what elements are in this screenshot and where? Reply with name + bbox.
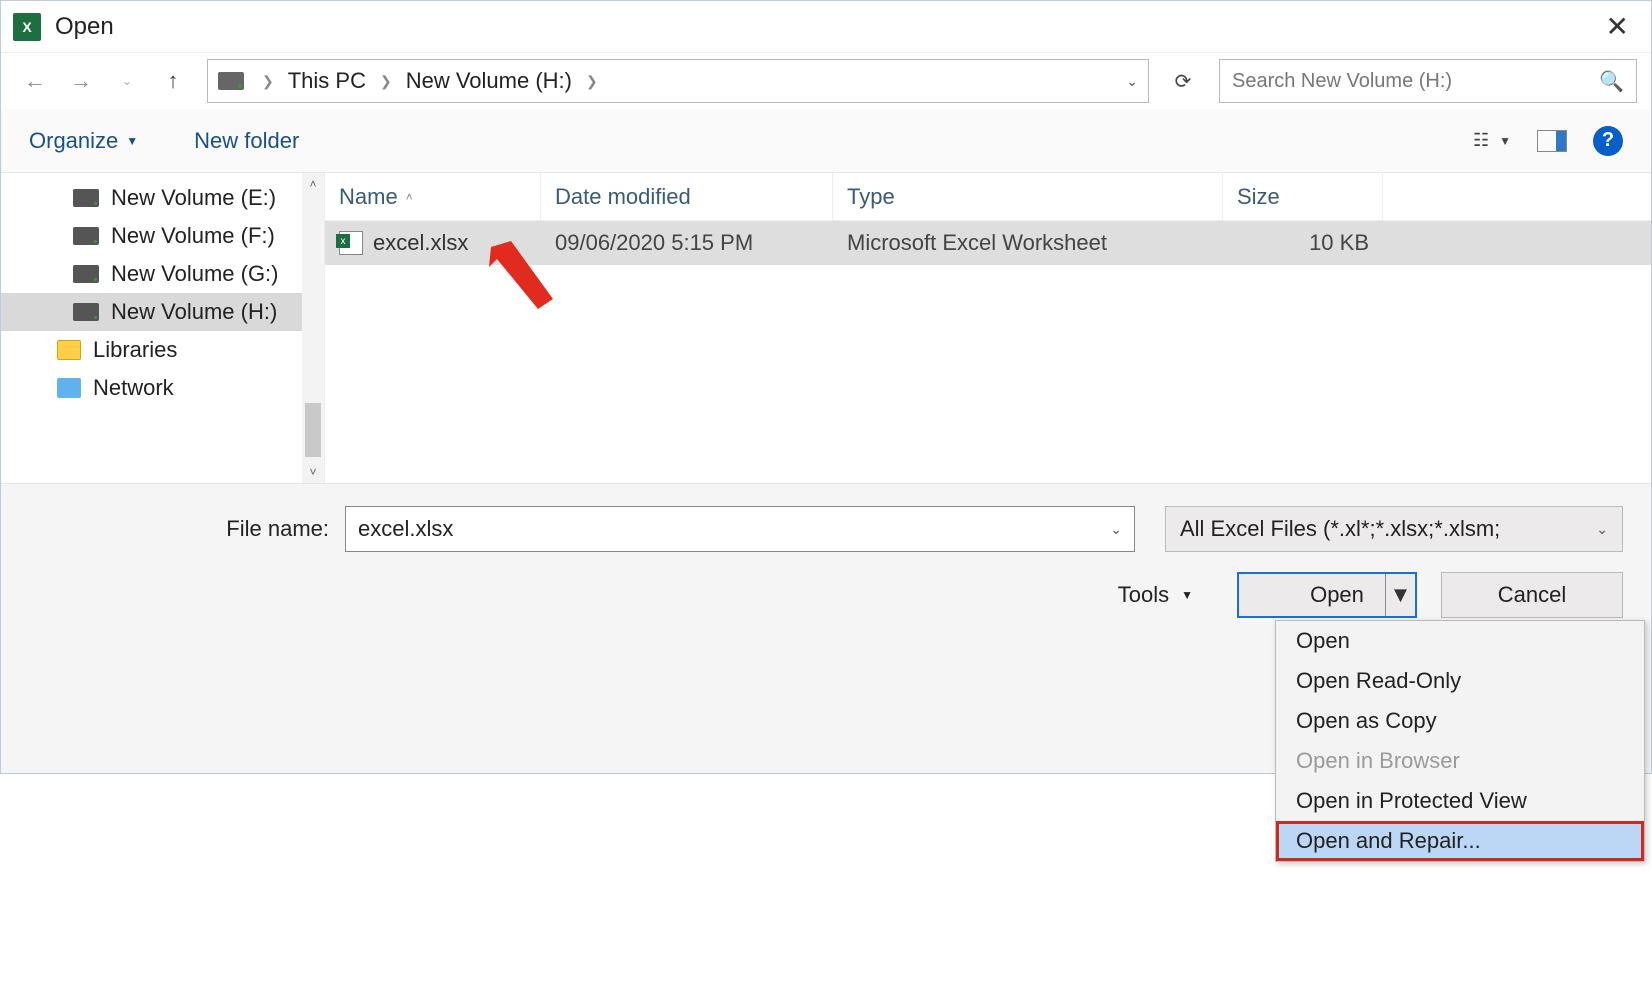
breadcrumb-root[interactable]: This PC [288, 68, 366, 94]
tools-menu[interactable]: Tools ▼ [1118, 582, 1193, 608]
libraries-icon [57, 340, 81, 360]
open-dialog: X Open ✕ ← → ⌄ ↑ ❯ This PC ❯ New Volume … [0, 0, 1652, 774]
column-date[interactable]: Date modified [541, 173, 833, 220]
excel-file-icon [339, 231, 363, 255]
column-size[interactable]: Size [1223, 173, 1383, 220]
drive-icon [73, 265, 99, 283]
chevron-down-icon: ▼ [1499, 134, 1511, 148]
search-input[interactable]: Search New Volume (H:) 🔍 [1219, 59, 1637, 103]
breadcrumb-bar[interactable]: ❯ This PC ❯ New Volume (H:) ❯ ⌄ [207, 59, 1149, 103]
breadcrumb-dropdown[interactable]: ⌄ [1126, 73, 1138, 90]
column-type[interactable]: Type [833, 173, 1223, 220]
chevron-right-icon: ❯ [380, 73, 392, 90]
menu-open[interactable]: Open [1276, 621, 1644, 661]
menu-open-readonly[interactable]: Open Read-Only [1276, 661, 1644, 701]
drive-icon [73, 227, 99, 245]
drive-icon [73, 303, 99, 321]
tree-item-volume-f[interactable]: New Volume (F:) [1, 217, 324, 255]
scroll-thumb[interactable] [305, 403, 321, 457]
file-date: 09/06/2020 5:15 PM [541, 230, 833, 256]
preview-pane-button[interactable] [1537, 130, 1567, 152]
menu-open-as-copy[interactable]: Open as Copy [1276, 701, 1644, 741]
drive-icon [73, 189, 99, 207]
chevron-down-icon[interactable]: ⌄ [1596, 521, 1608, 538]
file-name: excel.xlsx [373, 230, 468, 256]
help-button[interactable]: ? [1593, 126, 1623, 156]
refresh-button[interactable]: ⟳ [1163, 61, 1203, 101]
menu-open-protected-view[interactable]: Open in Protected View [1276, 781, 1644, 821]
menu-open-in-browser: Open in Browser [1276, 741, 1644, 781]
open-button[interactable]: Open ▼ [1237, 572, 1417, 618]
open-dropdown-menu: Open Open Read-Only Open as Copy Open in… [1275, 620, 1645, 862]
column-name[interactable]: Name˄ [325, 173, 541, 220]
organize-menu[interactable]: Organize ▼ [29, 128, 138, 154]
view-options[interactable]: ☷ ▼ [1473, 130, 1511, 151]
forward-button[interactable]: → [61, 61, 101, 101]
open-split-dropdown[interactable]: ▼ [1385, 574, 1415, 616]
tree-item-volume-h[interactable]: New Volume (H:) [1, 293, 324, 331]
file-name-input[interactable]: excel.xlsx ⌄ [345, 506, 1135, 552]
command-bar: Organize ▼ New folder ☷ ▼ ? [1, 109, 1651, 173]
tree-item-volume-e[interactable]: New Volume (E:) [1, 179, 324, 217]
sort-asc-icon: ˄ [406, 190, 413, 204]
recent-dropdown[interactable]: ⌄ [107, 61, 147, 101]
file-size: 10 KB [1223, 230, 1383, 256]
network-icon [57, 378, 81, 398]
new-folder-button[interactable]: New folder [194, 128, 299, 154]
up-button[interactable]: ↑ [153, 61, 193, 101]
tree-scrollbar[interactable]: ˄ ˅ [302, 173, 324, 483]
back-button[interactable]: ← [15, 61, 55, 101]
navigation-tree: New Volume (E:) New Volume (F:) New Volu… [1, 173, 325, 483]
cancel-button[interactable]: Cancel [1441, 572, 1623, 618]
dialog-footer: File name: excel.xlsx ⌄ All Excel Files … [1, 483, 1651, 773]
app-icon: X [13, 13, 41, 41]
nav-bar: ← → ⌄ ↑ ❯ This PC ❯ New Volume (H:) ❯ ⌄ … [1, 53, 1651, 109]
tree-item-libraries[interactable]: Libraries [1, 331, 324, 369]
tree-item-network[interactable]: Network [1, 369, 324, 407]
chevron-down-icon: ▼ [1181, 588, 1193, 602]
chevron-right-icon: ❯ [262, 73, 274, 90]
chevron-down-icon: ▼ [126, 134, 138, 148]
list-view-icon: ☷ [1473, 130, 1489, 151]
breadcrumb-current[interactable]: New Volume (H:) [406, 68, 572, 94]
file-row[interactable]: excel.xlsx 09/06/2020 5:15 PM Microsoft … [325, 221, 1651, 265]
menu-open-and-repair[interactable]: Open and Repair... [1276, 821, 1644, 861]
column-headers: Name˄ Date modified Type Size [325, 173, 1651, 221]
drive-icon [218, 72, 244, 90]
title-bar: X Open ✕ [1, 1, 1651, 53]
tree-item-volume-g[interactable]: New Volume (G:) [1, 255, 324, 293]
file-type-filter[interactable]: All Excel Files (*.xl*;*.xlsx;*.xlsm; ⌄ [1165, 506, 1623, 552]
scroll-up-icon[interactable]: ˄ [302, 173, 324, 195]
close-icon[interactable]: ✕ [1596, 10, 1639, 43]
search-icon: 🔍 [1599, 69, 1624, 94]
scroll-down-icon[interactable]: ˅ [302, 461, 324, 483]
search-placeholder: Search New Volume (H:) [1232, 70, 1452, 93]
file-list: Name˄ Date modified Type Size excel.xlsx… [325, 173, 1651, 483]
file-type: Microsoft Excel Worksheet [833, 230, 1223, 256]
chevron-down-icon[interactable]: ⌄ [1110, 521, 1122, 538]
dialog-title: Open [55, 13, 114, 41]
file-name-label: File name: [29, 516, 329, 542]
chevron-right-icon: ❯ [586, 73, 598, 90]
